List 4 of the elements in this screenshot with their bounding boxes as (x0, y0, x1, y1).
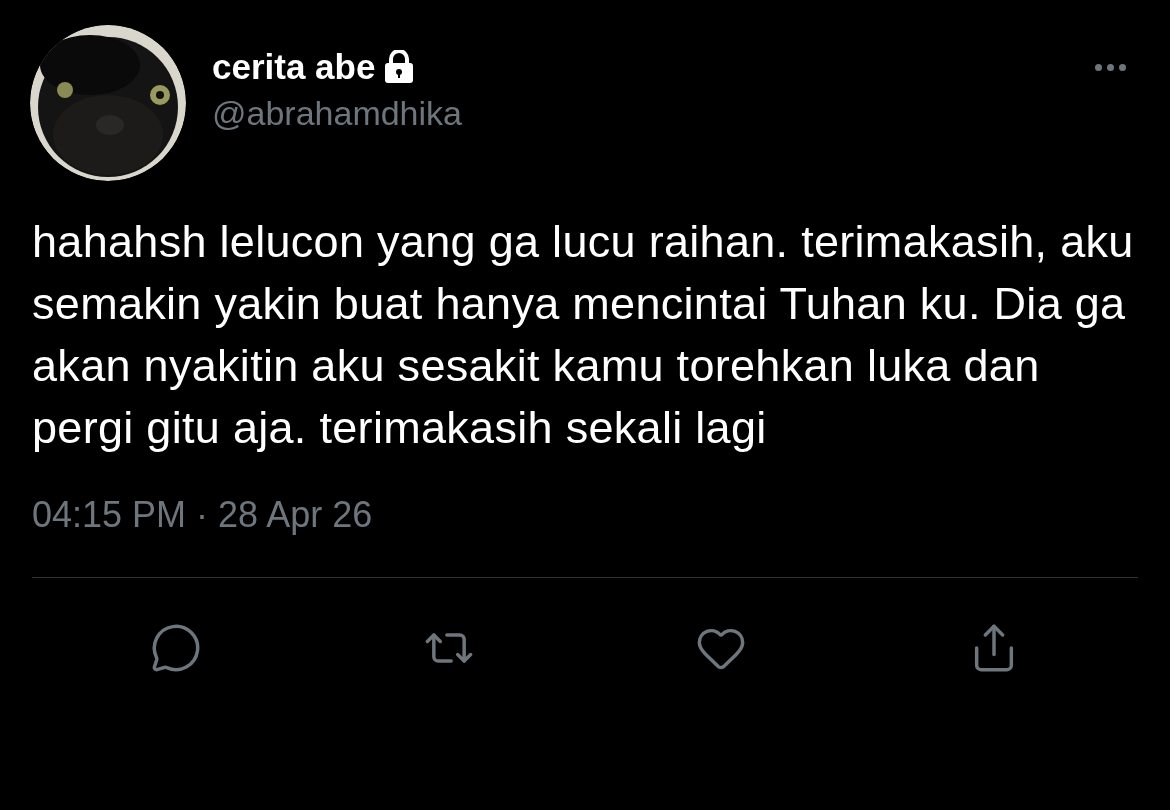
tweet-timestamp: 04:15 PM · 28 Apr 26 (32, 493, 374, 537)
author-name: cerita abe (212, 47, 376, 87)
tweet-text: hahahsh lelucon yang ga lucu raihan. terimakasih, aku semakin yakin buat hanya mencintai Tuhan ku. Dia ga akan nyakitin aku sesakit kamu torehkan luka dan pergi gitu aja. terimakasih sekali lagi (32, 215, 1135, 455)
author-handle: @abrahamdhika (212, 93, 462, 133)
